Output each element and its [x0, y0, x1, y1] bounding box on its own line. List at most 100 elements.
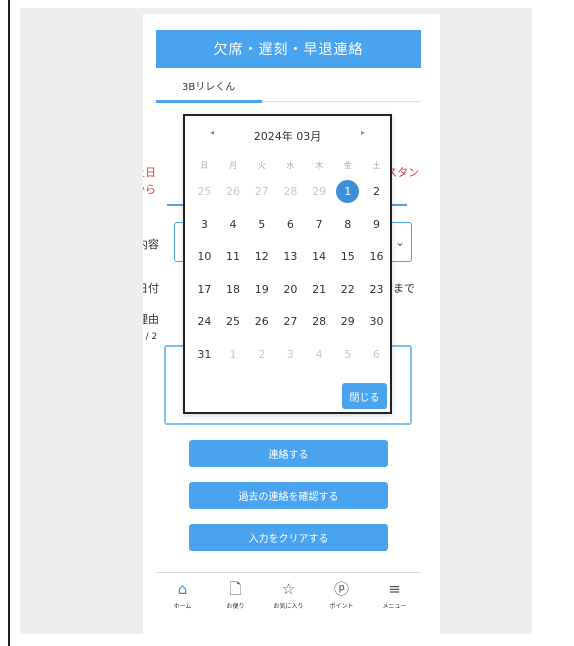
- day-number: 13: [283, 250, 298, 264]
- weekend-warning-text: 土日 から: [143, 166, 156, 196]
- day-number: 27: [254, 185, 269, 198]
- calendar-header: ◂ 2024年 03月 ▸: [185, 126, 390, 144]
- app-header: 欠席・遅刻・早退連絡: [156, 30, 421, 68]
- clear-button[interactable]: 入力をクリアする: [189, 524, 388, 551]
- calendar-day: 25: [190, 176, 219, 209]
- student-tabbar: 3Bリレくん: [156, 68, 421, 103]
- day-number: 26: [254, 315, 269, 329]
- calendar-day-selected[interactable]: 1: [333, 176, 362, 209]
- page-title: 欠席・遅刻・早退連絡: [213, 42, 364, 58]
- day-number: 31: [197, 347, 212, 361]
- day-number: 12: [254, 250, 269, 264]
- calendar-day[interactable]: 30: [362, 306, 391, 339]
- calendar-day[interactable]: 18: [219, 274, 248, 307]
- calendar-day[interactable]: 9: [362, 209, 391, 242]
- day-number: 2: [372, 185, 380, 198]
- nav-item-favorites[interactable]: ☆ お気に入り: [264, 581, 314, 610]
- nav-item-home[interactable]: ⌂ ホーム: [158, 581, 208, 610]
- day-number: 26: [226, 185, 241, 198]
- calendar-day[interactable]: 19: [247, 274, 276, 307]
- calendar-day[interactable]: 24: [190, 306, 219, 339]
- calendar-day[interactable]: 14: [305, 241, 334, 274]
- reason-char-counter: 0 / 2: [143, 332, 158, 342]
- submit-button[interactable]: 連絡する: [189, 440, 388, 467]
- weekday-label: 火: [257, 161, 266, 170]
- date-picker-popup: ◂ 2024年 03月 ▸ 日月火水木金土 25 26 27 28 29 1 2 3 4 5 6 7 8 9…: [183, 114, 392, 414]
- day-number: 4: [229, 217, 237, 231]
- calendar-day: 27: [247, 176, 276, 209]
- date-until-label: まで: [393, 282, 415, 295]
- nav-item-menu[interactable]: ≡ メニュー: [370, 581, 420, 610]
- calendar-day[interactable]: 16: [362, 241, 391, 274]
- calendar-day[interactable]: 13: [276, 241, 305, 274]
- tab-student[interactable]: 3Bリレくん: [156, 68, 262, 103]
- calendar-day: 2: [247, 339, 276, 372]
- reason-label: 理由: [143, 313, 159, 326]
- tab-active-indicator: [156, 100, 262, 103]
- nav-label: メニュー: [382, 603, 407, 610]
- day-number: 21: [312, 282, 327, 296]
- day-number: 7: [315, 217, 323, 231]
- calendar-day[interactable]: 25: [219, 306, 248, 339]
- nav-label: ポイント: [329, 603, 354, 610]
- content-label: 内容: [143, 238, 159, 251]
- calendar-day[interactable]: 4: [219, 209, 248, 242]
- calendar-day[interactable]: 15: [333, 241, 362, 274]
- calendar-day[interactable]: 6: [276, 209, 305, 242]
- day-number: 27: [283, 315, 298, 329]
- calendar-day: 4: [305, 339, 334, 372]
- nav-item-points[interactable]: ⓟ ポイント: [317, 581, 367, 610]
- calendar-day[interactable]: 31: [190, 339, 219, 372]
- history-button[interactable]: 過去の連絡を確認する: [189, 482, 388, 509]
- calendar-day[interactable]: 3: [190, 209, 219, 242]
- nav-item-letters[interactable]: 🗋 お便り: [211, 581, 261, 610]
- next-month-icon[interactable]: ▸: [361, 128, 365, 137]
- calendar-day[interactable]: 22: [333, 274, 362, 307]
- calendar-day[interactable]: 17: [190, 274, 219, 307]
- calendar-day: 6: [362, 339, 391, 372]
- calendar-day: 1: [219, 339, 248, 372]
- calendar-day[interactable]: 28: [305, 306, 334, 339]
- menu-icon: ≡: [388, 580, 401, 598]
- day-number: 28: [283, 185, 298, 198]
- day-number: 4: [315, 347, 323, 361]
- calendar-day[interactable]: 7: [305, 209, 334, 242]
- calendar-day: 3: [276, 339, 305, 372]
- calendar-day[interactable]: 11: [219, 241, 248, 274]
- day-number: 16: [369, 250, 384, 264]
- close-button[interactable]: 閉じる: [342, 383, 387, 409]
- day-number: 9: [372, 217, 380, 231]
- chevron-down-icon: ⌄: [394, 235, 405, 249]
- calendar-day[interactable]: 26: [247, 306, 276, 339]
- page-left-rule: [8, 0, 10, 646]
- day-number: 25: [226, 315, 241, 329]
- day-number: 18: [226, 282, 241, 296]
- day-number: 3: [200, 217, 208, 231]
- calendar-day[interactable]: 5: [247, 209, 276, 242]
- day-number: 24: [197, 315, 212, 329]
- calendar-month-title: 2024年 03月: [253, 130, 322, 143]
- day-number: 29: [340, 315, 355, 329]
- day-number: 14: [312, 250, 327, 264]
- weekday-label: 金: [343, 161, 352, 170]
- calendar-day[interactable]: 21: [305, 274, 334, 307]
- calendar-day[interactable]: 12: [247, 241, 276, 274]
- calendar-day[interactable]: 23: [362, 274, 391, 307]
- day-number: 23: [369, 282, 384, 296]
- calendar-day[interactable]: 27: [276, 306, 305, 339]
- nav-label: お便り: [226, 603, 245, 610]
- calendar-day[interactable]: 10: [190, 241, 219, 274]
- calendar-day[interactable]: 8: [333, 209, 362, 242]
- calendar-day[interactable]: 2: [362, 176, 391, 209]
- calendar-day: 28: [276, 176, 305, 209]
- weekday-label: 月: [229, 161, 238, 170]
- calendar-grid: 日月火水木金土 25 26 27 28 29 1 2 3 4 5 6 7 8 9 10 11 12 13 14 15 16…: [190, 156, 386, 372]
- day-number: 6: [372, 347, 380, 361]
- bottom-navigation: ⌂ ホーム 🗋 お便り ☆ お気に入り ⓟ ポイント ≡ メニュー: [156, 572, 421, 622]
- calendar-day[interactable]: 20: [276, 274, 305, 307]
- day-number: 30: [369, 315, 384, 329]
- day-number: 15: [340, 250, 355, 264]
- day-number: 10: [197, 250, 212, 264]
- calendar-day[interactable]: 29: [333, 306, 362, 339]
- day-number: 22: [340, 282, 355, 296]
